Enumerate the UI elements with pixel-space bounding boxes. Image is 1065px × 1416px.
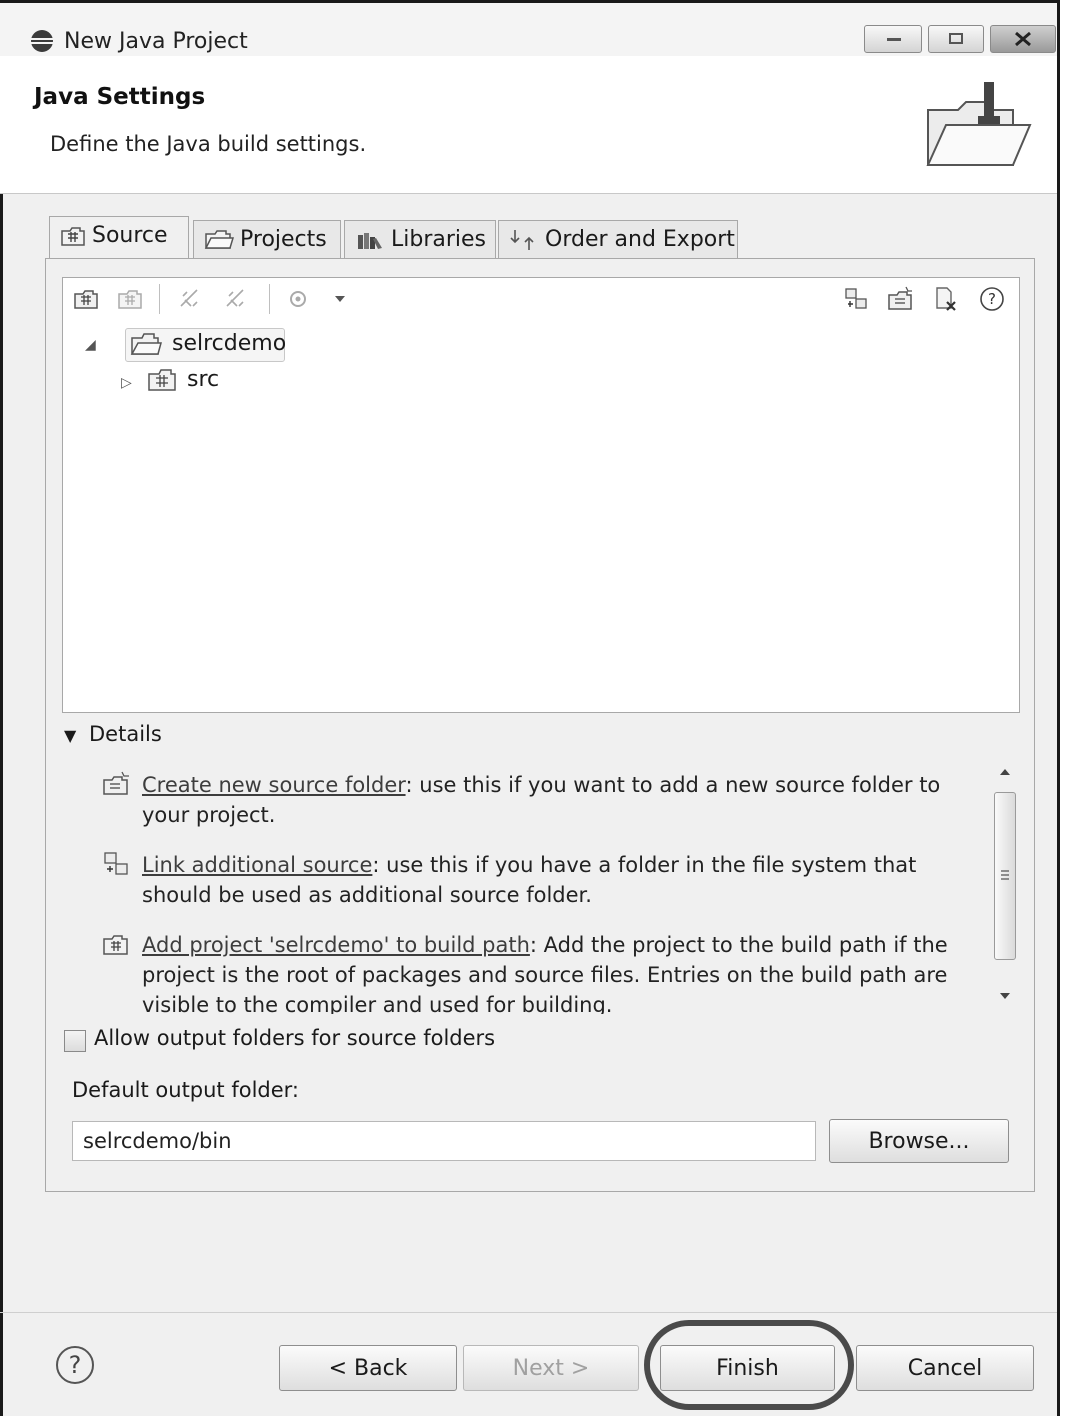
source-folder-icon bbox=[61, 227, 85, 246]
tab-source[interactable]: Source bbox=[49, 216, 189, 260]
create-folder-link[interactable]: Create new source folder bbox=[142, 773, 406, 797]
detail-entry-add-build-path: Add project 'selrcdemo' to build path: A… bbox=[142, 933, 948, 1014]
help-button[interactable]: ? bbox=[56, 1346, 94, 1384]
add-build-path-link[interactable]: Add project 'selrcdemo' to build path bbox=[142, 933, 530, 957]
close-icon bbox=[1015, 31, 1031, 47]
add-build-path-icon bbox=[103, 935, 128, 955]
output-folder-label: Default output folder: bbox=[72, 1078, 300, 1102]
details-expand-icon: ▼ bbox=[64, 726, 77, 745]
close-button[interactable] bbox=[990, 25, 1056, 53]
page-title: Java Settings bbox=[34, 84, 206, 110]
help-icon: ? bbox=[68, 1351, 82, 1379]
tab-libraries-label: Libraries bbox=[391, 227, 487, 252]
tree-project-node[interactable]: selrcdemo bbox=[125, 328, 287, 362]
link-source-link[interactable]: Link additional source bbox=[142, 853, 372, 877]
maximize-button[interactable] bbox=[928, 25, 984, 53]
allow-output-label: Allow output folders for source folders bbox=[94, 1026, 496, 1050]
help-icon[interactable]: ? bbox=[979, 286, 1005, 312]
grip-icon bbox=[1001, 870, 1009, 880]
remove-entry-icon[interactable] bbox=[933, 286, 959, 312]
tab-libraries[interactable]: Libraries bbox=[344, 220, 496, 260]
title-bar: New Java Project bbox=[0, 0, 1057, 56]
details-toggle[interactable]: ▼ Details bbox=[64, 722, 162, 746]
expanded-arrow-icon[interactable]: ◢ bbox=[85, 337, 96, 353]
next-button[interactable]: Next > bbox=[463, 1345, 639, 1391]
output-folder-input[interactable] bbox=[72, 1121, 816, 1161]
source-folder-icon bbox=[148, 369, 176, 391]
detail-entry-link-source: Link additional source: use this if you … bbox=[142, 853, 917, 907]
back-button[interactable]: < Back bbox=[279, 1345, 457, 1391]
add-folder-icon[interactable] bbox=[73, 286, 99, 312]
source-tree-panel: ? ◢ selrcdemo ▷ src bbox=[62, 277, 1020, 713]
projects-folder-icon bbox=[204, 230, 234, 249]
scroll-down-icon[interactable] bbox=[998, 990, 1012, 1002]
window-title: New Java Project bbox=[64, 29, 248, 54]
eclipse-icon bbox=[31, 30, 53, 52]
details-scrollbar[interactable] bbox=[990, 760, 1020, 1014]
libraries-icon bbox=[358, 233, 382, 249]
scroll-up-icon[interactable] bbox=[998, 766, 1012, 778]
minimize-button[interactable] bbox=[864, 25, 922, 53]
allow-output-checkbox[interactable] bbox=[64, 1030, 86, 1052]
collapsed-arrow-icon[interactable]: ▷ bbox=[121, 375, 132, 391]
exclude-icon[interactable] bbox=[223, 286, 249, 312]
details-label: Details bbox=[89, 722, 162, 746]
tab-source-label: Source bbox=[92, 223, 168, 248]
detail-entry-create-folder: Create new source folder: use this if yo… bbox=[142, 773, 941, 827]
chevron-down-icon[interactable] bbox=[333, 286, 347, 312]
svg-text:?: ? bbox=[988, 290, 996, 308]
link-source-icon bbox=[104, 852, 128, 875]
tree-src-label[interactable]: src bbox=[187, 367, 219, 392]
tab-projects[interactable]: Projects bbox=[193, 220, 341, 260]
browse-button[interactable]: Browse... bbox=[829, 1119, 1009, 1163]
tab-order-label: Order and Export bbox=[545, 227, 735, 252]
details-box: Create new source folder: use this if yo… bbox=[90, 760, 990, 1014]
page-description: Define the Java build settings. bbox=[50, 132, 367, 156]
tab-order-and-export[interactable]: Order and Export bbox=[498, 220, 738, 260]
tab-projects-label: Projects bbox=[240, 227, 327, 252]
finish-button[interactable]: Finish bbox=[660, 1345, 835, 1391]
remove-folder-icon[interactable] bbox=[117, 286, 143, 312]
tree-project-label: selrcdemo bbox=[172, 331, 287, 356]
include-icon[interactable] bbox=[177, 286, 203, 312]
new-source-folder-icon[interactable] bbox=[887, 286, 913, 312]
wizard-header: Java Settings Define the Java build sett… bbox=[0, 56, 1057, 194]
link-source-icon[interactable] bbox=[843, 286, 869, 312]
scrollbar-thumb[interactable] bbox=[994, 792, 1016, 960]
bottom-separator bbox=[0, 1312, 1057, 1313]
project-folder-icon bbox=[130, 333, 162, 355]
order-export-icon bbox=[510, 230, 534, 250]
new-source-folder-icon bbox=[103, 771, 129, 795]
configure-icon[interactable] bbox=[285, 286, 311, 312]
folder-wizard-icon bbox=[926, 82, 1032, 166]
cancel-button[interactable]: Cancel bbox=[856, 1345, 1034, 1391]
